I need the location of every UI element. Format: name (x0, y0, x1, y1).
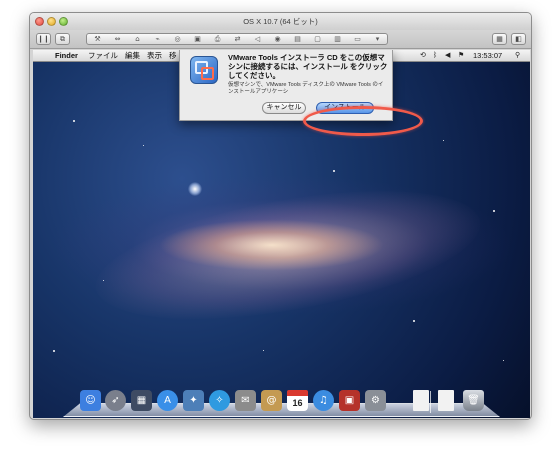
settings-icon[interactable]: ⚒ (91, 34, 104, 44)
gear-icon[interactable]: ⚙ (365, 390, 386, 411)
star (333, 170, 335, 172)
calendar-icon[interactable]: 16 (287, 390, 308, 411)
menu-view[interactable]: 表示 (147, 51, 162, 61)
cpu-icon[interactable]: ▥ (331, 34, 344, 44)
device-toolbar: ⚒ ⇔ ⌂ ⌁ ◎ ▣ ⎙ ⇄ ◁ ◉ ▤ ▢ ▥ ▭ ▾ (86, 33, 388, 45)
camera-icon[interactable]: ◉ (271, 34, 284, 44)
fullscreen-icon[interactable]: ⇔ (111, 34, 124, 44)
app-store-icon[interactable]: A (157, 390, 178, 411)
shared-folder-icon[interactable]: ▤ (291, 34, 304, 44)
bluetooth-icon[interactable]: ᛒ (433, 51, 437, 61)
share-icon[interactable]: ⌂ (131, 34, 144, 44)
dialog-body: 仮想マシンで、VMware Tools ディスク上の VMware Tools … (228, 82, 384, 95)
calendar-day: 16 (292, 398, 303, 408)
cd-icon[interactable]: ◎ (171, 34, 184, 44)
star (263, 350, 264, 351)
music-icon[interactable]: ♫ (313, 390, 334, 411)
star (143, 145, 144, 146)
flag-icon[interactable]: ⚑ (458, 51, 464, 61)
safari-icon[interactable]: ✧ (209, 390, 230, 411)
window-titlebar[interactable]: OS X 10.7 (64 ビット) (30, 13, 531, 30)
photo-booth-icon[interactable]: ▣ (339, 390, 360, 411)
window-title: OS X 10.7 (64 ビット) (243, 17, 318, 26)
pause-icon[interactable]: ❙❙ (36, 33, 51, 45)
menu-app-finder[interactable]: Finder (55, 51, 78, 61)
printer-icon[interactable]: ⎙ (211, 34, 224, 44)
cancel-button[interactable]: キャンセル (262, 102, 306, 114)
rocket-icon[interactable]: ➶ (105, 390, 126, 411)
star (413, 320, 415, 322)
star (493, 210, 495, 212)
snapshot-icon[interactable]: ⧉ (55, 33, 70, 45)
document-icon[interactable] (438, 390, 454, 411)
mail-icon[interactable]: ✉ (235, 390, 256, 411)
menu-edit[interactable]: 編集 (125, 51, 140, 61)
network-icon[interactable]: ⇄ (231, 34, 244, 44)
dialog-heading: VMware Tools インストーラ CD をこの仮想マシンに接続するには、イ… (228, 53, 388, 80)
volume-icon[interactable]: ◀ (445, 51, 450, 61)
floppy-icon[interactable]: ▣ (191, 34, 204, 44)
document-icon[interactable] (413, 390, 429, 411)
galaxy-band (86, 166, 490, 344)
star (103, 280, 104, 281)
vmware-icon (190, 56, 218, 84)
unity-icon[interactable]: ▦ (492, 33, 507, 45)
menu-file[interactable]: ファイル (88, 51, 118, 61)
bright-star (188, 182, 202, 196)
sound-icon[interactable]: ◁ (251, 34, 264, 44)
finder-icon[interactable]: ☺ (80, 390, 101, 411)
display-icon[interactable]: ▭ (351, 34, 364, 44)
star (53, 350, 55, 352)
install-highlight-ring (303, 106, 423, 136)
more-icon[interactable]: ▾ (371, 34, 384, 44)
vmware-icon-square (201, 67, 214, 80)
mission-control-icon[interactable]: ▦ (131, 390, 152, 411)
dock-separator (430, 391, 431, 413)
trash-icon[interactable]: 🗑 (463, 390, 484, 411)
star (443, 140, 444, 141)
star (503, 360, 504, 361)
time-machine-icon[interactable]: ⟲ (420, 51, 426, 61)
search-icon[interactable]: ⚲ (515, 51, 520, 61)
photo-icon[interactable]: ✦ (183, 390, 204, 411)
disk-icon[interactable]: ▢ (311, 34, 324, 44)
vm-window: OS X 10.7 (64 ビット) ❙❙ ⧉ ⚒ ⇔ ⌂ ⌁ ◎ ▣ ⎙ ⇄ … (29, 12, 532, 420)
right-panel-icon[interactable]: ◧ (511, 33, 526, 45)
vm-toolbar: ❙❙ ⧉ ⚒ ⇔ ⌂ ⌁ ◎ ▣ ⎙ ⇄ ◁ ◉ ▤ ▢ ▥ ▭ ▾ ▦ ◧ (30, 30, 531, 49)
menubar-clock[interactable]: 13:53:07 (473, 51, 502, 61)
guest-screen[interactable]: Finder ファイル 編集 表示 移 ⟲ ᛒ ◀ ⚑ 13:53:07 ⚲ V… (33, 50, 530, 418)
star (73, 120, 75, 122)
menu-go[interactable]: 移 (169, 51, 177, 61)
usb-icon[interactable]: ⌁ (151, 34, 164, 44)
contacts-icon[interactable]: @ (261, 390, 282, 411)
